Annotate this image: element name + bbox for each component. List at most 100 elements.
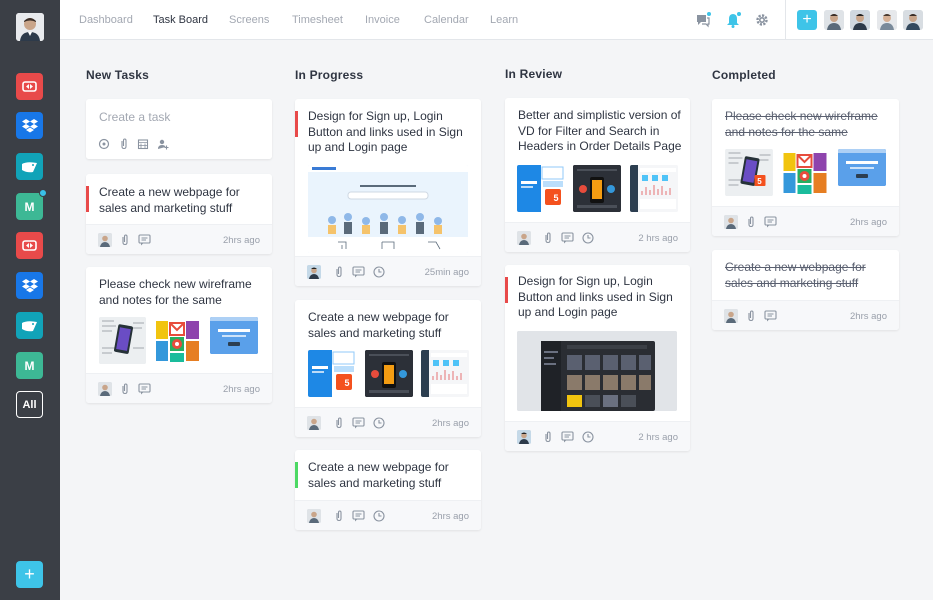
clock-icon[interactable] (373, 416, 387, 430)
member-avatar[interactable] (877, 10, 897, 30)
priority-icon[interactable] (98, 137, 112, 151)
clock-icon[interactable] (582, 430, 596, 444)
attachment-thumbnail[interactable] (517, 331, 677, 411)
attachment-icon[interactable] (333, 265, 347, 279)
attachment-icon[interactable] (745, 309, 759, 323)
chat-icon[interactable] (695, 12, 711, 28)
gear-icon[interactable] (754, 12, 770, 28)
comment-icon[interactable] (561, 231, 575, 245)
bell-icon[interactable] (725, 12, 741, 28)
attachment-thumbnail[interactable] (99, 317, 146, 364)
sidebar-add-button[interactable]: + (16, 561, 43, 588)
comment-icon[interactable] (561, 430, 575, 444)
nav-invoice[interactable]: Invoice (365, 14, 400, 26)
task-card[interactable]: Design for Sign up, Login Button and lin… (505, 265, 690, 451)
column-title-in-progress: In Progress (295, 68, 364, 82)
comment-icon[interactable] (352, 265, 366, 279)
task-card[interactable]: Design for Sign up, Login Button and lin… (295, 99, 481, 286)
sidebar: M M All + (0, 0, 60, 600)
priority-bar (295, 462, 298, 488)
task-time: 2hrs ago (223, 384, 260, 395)
app-icon-red-2[interactable] (16, 232, 43, 259)
assignee-avatar[interactable] (307, 265, 321, 279)
nav-learn[interactable]: Learn (490, 14, 518, 26)
assignee-avatar[interactable] (307, 416, 321, 430)
priority-bar (295, 111, 298, 137)
thumbnail-badge: 5 (553, 193, 559, 203)
nav-screens[interactable]: Screens (229, 14, 269, 26)
assignee-avatar[interactable] (98, 382, 112, 396)
attachment-thumbnail[interactable] (573, 165, 621, 212)
assignee-avatar[interactable] (517, 430, 531, 444)
attachment-icon[interactable] (542, 231, 556, 245)
add-member-button[interactable]: + (797, 10, 817, 30)
medium-icon-2[interactable]: M (16, 352, 43, 379)
app-icon-red-1[interactable] (16, 73, 43, 100)
nav-timesheet[interactable]: Timesheet (292, 14, 343, 26)
task-card[interactable]: Better and simplistic version of VD for … (505, 98, 690, 252)
assignee-avatar[interactable] (724, 309, 738, 323)
attachment-thumbnail[interactable] (838, 149, 886, 186)
create-task-input[interactable]: Create a task (99, 110, 170, 124)
attachment-thumbnail[interactable] (630, 165, 678, 212)
task-title: Design for Sign up, Login Button and lin… (308, 109, 463, 154)
comment-icon[interactable] (764, 309, 778, 323)
attachment-thumbnail[interactable]: 5 (725, 149, 773, 196)
task-title: Design for Sign up, Login Button and lin… (518, 274, 673, 319)
attachment-icon[interactable] (119, 233, 133, 247)
attachment-thumbnail[interactable] (421, 350, 469, 397)
user-avatar[interactable] (16, 13, 44, 41)
assignee-avatar[interactable] (307, 509, 321, 523)
nav-task-board[interactable]: Task Board (153, 14, 208, 26)
app-icon-teal-1[interactable] (16, 153, 43, 180)
comment-icon[interactable] (352, 509, 366, 523)
column-title-new: New Tasks (86, 68, 149, 82)
nav-dashboard[interactable]: Dashboard (79, 14, 133, 26)
dropbox-icon-2[interactable] (16, 272, 43, 299)
attachment-icon[interactable] (119, 382, 133, 396)
column-title-completed: Completed (712, 68, 776, 82)
task-title: Better and simplistic version of VD for … (518, 108, 682, 153)
task-card[interactable]: Create a new webpage for sales and marke… (295, 450, 481, 530)
attachment-thumbnail[interactable] (781, 149, 829, 196)
attachment-thumbnail[interactable] (154, 317, 201, 364)
attachment-thumbnail[interactable]: 5 (308, 350, 356, 397)
create-task-card[interactable]: Create a task (86, 99, 272, 159)
calendar-icon[interactable] (137, 137, 151, 151)
task-card[interactable]: Create a new webpage for sales and marke… (295, 300, 481, 437)
attachment-icon[interactable] (745, 215, 759, 229)
task-title: Create a new webpage for sales and marke… (725, 260, 866, 290)
attachment-icon[interactable] (118, 137, 132, 151)
member-avatar[interactable] (903, 10, 923, 30)
dropbox-icon-1[interactable] (16, 112, 43, 139)
comment-icon[interactable] (764, 215, 778, 229)
member-avatar[interactable] (850, 10, 870, 30)
medium-icon-1[interactable]: M (16, 189, 47, 220)
comment-icon[interactable] (352, 416, 366, 430)
attachment-thumbnail[interactable] (210, 317, 258, 354)
comment-icon[interactable] (138, 382, 152, 396)
task-card[interactable]: Create a new webpage for sales and marke… (712, 250, 899, 330)
clock-icon[interactable] (373, 265, 387, 279)
task-time: 2hrs ago (432, 418, 469, 429)
member-avatar[interactable] (824, 10, 844, 30)
clock-icon[interactable] (582, 231, 596, 245)
all-apps-button[interactable]: All (16, 391, 43, 418)
comment-icon[interactable] (138, 233, 152, 247)
assignee-avatar[interactable] (98, 233, 112, 247)
task-card[interactable]: Please check new wireframe and notes for… (86, 267, 272, 403)
assign-user-icon[interactable] (157, 137, 171, 151)
app-icon-teal-2[interactable] (16, 312, 43, 339)
task-card[interactable]: Please check new wireframe and notes for… (712, 99, 899, 236)
nav-calendar[interactable]: Calendar (424, 14, 469, 26)
assignee-avatar[interactable] (724, 215, 738, 229)
attachment-thumbnail[interactable] (308, 165, 468, 253)
attachment-icon[interactable] (542, 430, 556, 444)
assignee-avatar[interactable] (517, 231, 531, 245)
clock-icon[interactable] (373, 509, 387, 523)
attachment-thumbnail[interactable] (365, 350, 413, 397)
attachment-icon[interactable] (333, 509, 347, 523)
attachment-icon[interactable] (333, 416, 347, 430)
attachment-thumbnail[interactable]: 5 (517, 165, 565, 212)
task-card[interactable]: Create a new webpage for sales and marke… (86, 174, 272, 254)
